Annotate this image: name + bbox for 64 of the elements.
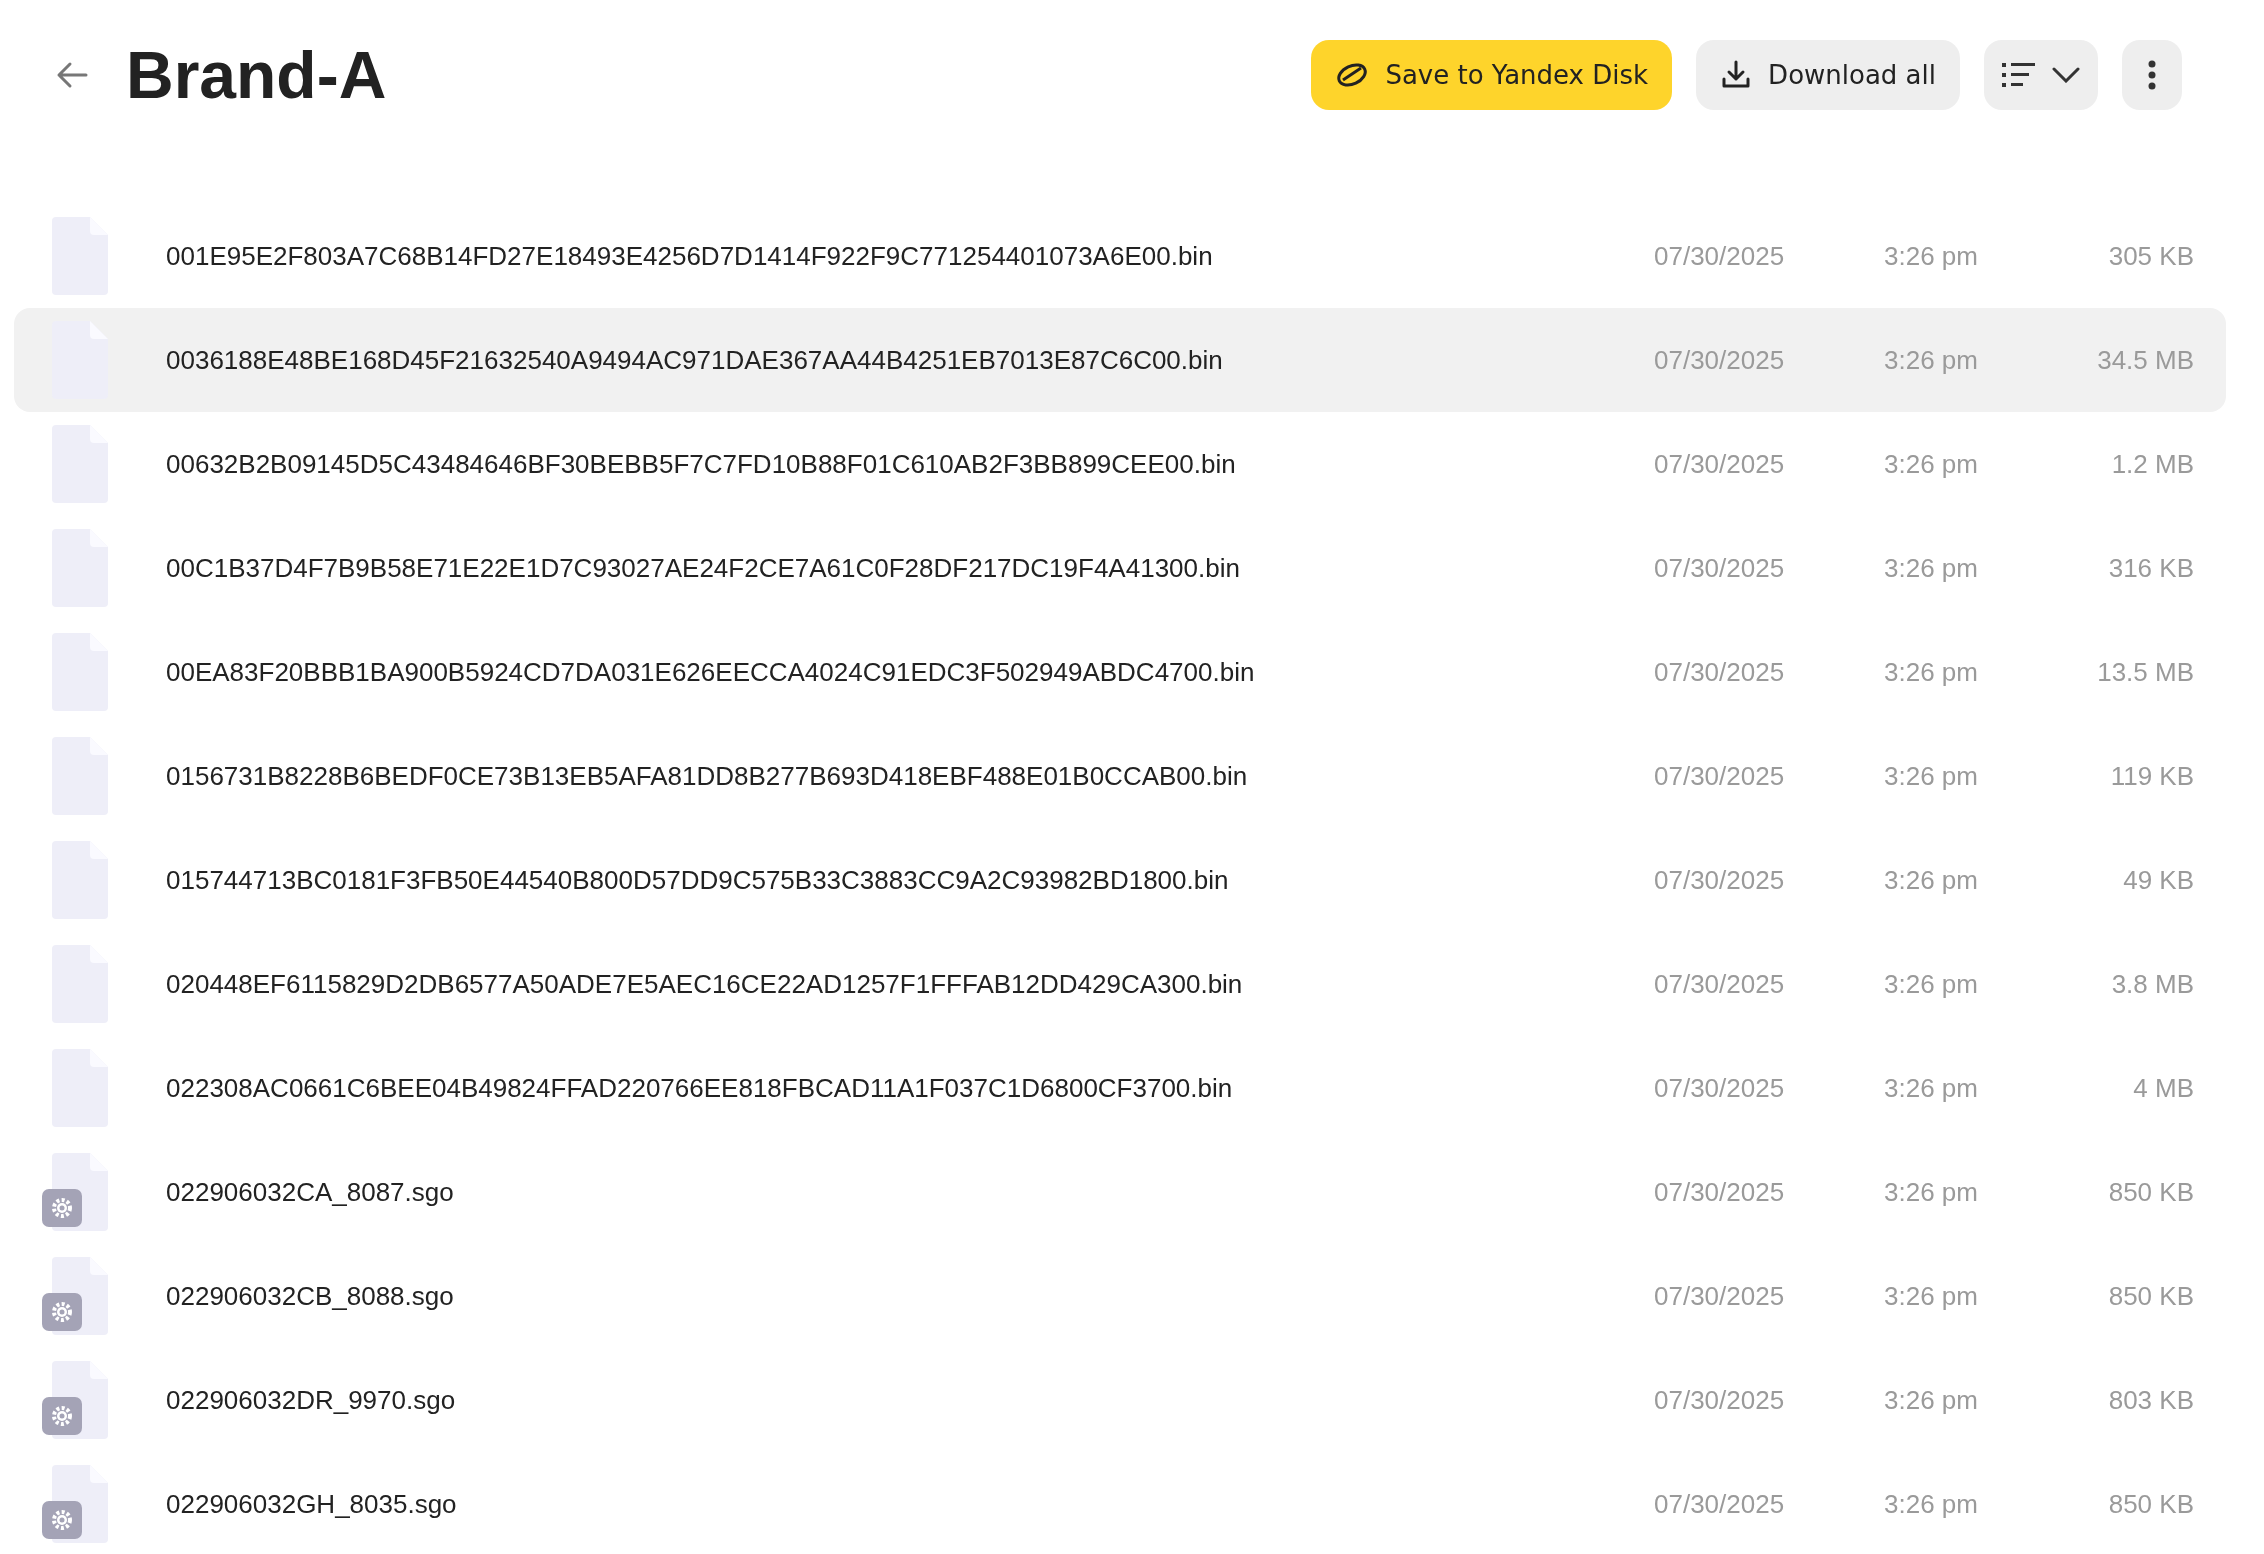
file-name: 022308AC0661C6BEE04B49824FFAD220766EE818FBCAD11A1F037C1D6800CF3700.bin [166, 1072, 1234, 1104]
file-date: 07/30/2025 [1654, 1176, 1786, 1208]
file-name: 00C1B37D4F7B9B58E71E22E1D7C93027AE24F2CE7A61C0F28DF217DC19F4A41300.bin [166, 552, 1241, 584]
file-date: 07/30/2025 [1654, 344, 1786, 376]
file-date: 07/30/2025 [1654, 240, 1786, 272]
file-name: 022906032CA_8087.sgo [166, 1176, 455, 1208]
file-time: 3:26 pm [1884, 448, 1979, 480]
file-date: 07/30/2025 [1654, 1280, 1786, 1312]
file-time: 3:26 pm [1884, 1072, 1979, 1104]
file-date: 07/30/2025 [1654, 448, 1786, 480]
file-time: 3:26 pm [1884, 1176, 1979, 1208]
file-name: 0036188E48BE168D45F21632540A9494AC971DAE367AA44B4251EB7013E87C6C00.bin [166, 344, 1224, 376]
file-time: 3:26 pm [1884, 968, 1979, 1000]
file-size: 3.8 MB [2110, 968, 2195, 1000]
file-size: 803 KB [2107, 1384, 2195, 1416]
file-size: 316 KB [2107, 552, 2195, 584]
file-date: 07/30/2025 [1654, 1072, 1786, 1104]
file-date: 07/30/2025 [1654, 1488, 1786, 1520]
file-time: 3:26 pm [1884, 344, 1979, 376]
download-all-button[interactable]: Download all [1696, 40, 1960, 110]
file-size: 13.5 MB [2096, 656, 2195, 688]
file-row[interactable]: 0036188E48BE168D45F21632540A9494AC971DAE367AA44B4251EB7013E87C6C00.bin 07/30/2025 3:26 pm 34.5 MB [14, 308, 2226, 412]
file-size: 119 KB [2109, 760, 2195, 792]
file-size: 4 MB [2132, 1072, 2195, 1104]
file-name: 015744713BC0181F3FB50E44540B800D57DD9C575B33C3883CC9A2C93982BD1800.bin [166, 864, 1230, 896]
more-icon [2148, 60, 2156, 90]
file-date: 07/30/2025 [1654, 760, 1786, 792]
file-time: 3:26 pm [1884, 656, 1979, 688]
more-button[interactable] [2122, 40, 2182, 110]
file-size: 850 KB [2107, 1176, 2195, 1208]
download-icon [1720, 59, 1753, 91]
file-size: 34.5 MB [2096, 344, 2195, 376]
view-mode-button[interactable] [1984, 40, 2098, 110]
file-name: 022906032DR_9970.sgo [166, 1384, 457, 1416]
file-name: 001E95E2F803A7C68B14FD27E18493E4256D7D1414F922F9C771254401073A6E00.bin [166, 240, 1214, 272]
file-date: 07/30/2025 [1654, 1384, 1786, 1416]
file-size: 850 KB [2107, 1488, 2195, 1520]
file-date: 07/30/2025 [1654, 968, 1786, 1000]
file-time: 3:26 pm [1884, 760, 1979, 792]
file-name: 0156731B8228B6BEDF0CE73B13EB5AFA81DD8B277B693D418EBF488E01B0CCAB00.bin [166, 760, 1249, 792]
file-date: 07/30/2025 [1654, 656, 1786, 688]
file-name: 00EA83F20BBB1BA900B5924CD7DA031E626EECCA4024C91EDC3F502949ABDC4700.bin [166, 656, 1256, 688]
file-time: 3:26 pm [1884, 240, 1979, 272]
file-date: 07/30/2025 [1654, 552, 1786, 584]
file-time: 3:26 pm [1884, 552, 1979, 584]
file-size: 850 KB [2107, 1280, 2195, 1312]
file-size: 1.2 MB [2110, 448, 2195, 480]
save-button[interactable]: Save to Yandex Disk [1311, 40, 1673, 110]
file-name: 00632B2B09145D5C43484646BF30BEBB5F7C7FD10B88F01C610AB2F3BB899CEE00.bin [166, 448, 1237, 480]
file-time: 3:26 pm [1884, 864, 1979, 896]
file-time: 3:26 pm [1884, 1488, 1979, 1520]
file-size: 49 KB [2122, 864, 2195, 896]
back-arrow-icon [56, 61, 88, 89]
folder-title: Brand-A [126, 37, 388, 113]
file-name: 022906032GH_8035.sgo [166, 1488, 458, 1520]
file-time: 3:26 pm [1884, 1280, 1979, 1312]
file-name: 022906032CB_8088.sgo [166, 1280, 455, 1312]
file-time: 3:26 pm [1884, 1384, 1979, 1416]
disk-icon [1335, 60, 1370, 90]
chevron-down-icon [2052, 67, 2080, 83]
file-size: 305 KB [2107, 240, 2195, 272]
file-name: 020448EF6115829D2DB6577A50ADE7E5AEC16CE22AD1257F1FFFAB12DD429CA300.bin [166, 968, 1244, 1000]
file-date: 07/30/2025 [1654, 864, 1786, 896]
list-icon [2002, 62, 2036, 88]
